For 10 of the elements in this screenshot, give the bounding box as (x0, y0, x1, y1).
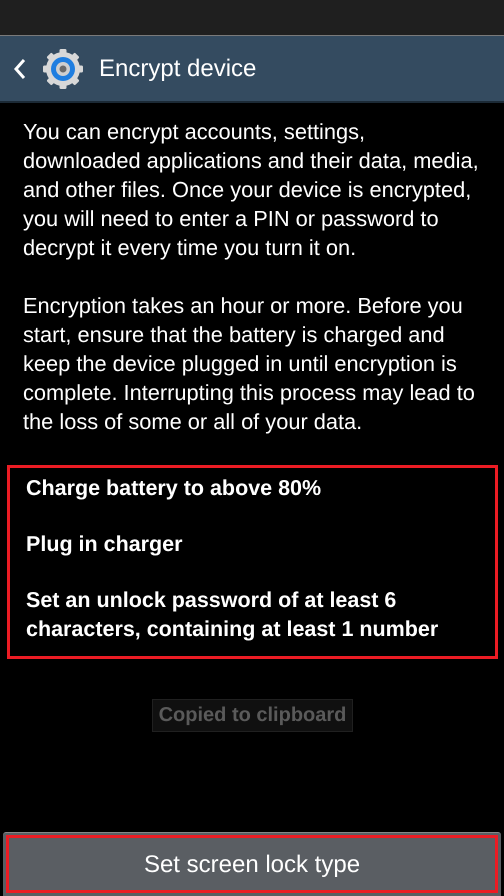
screen-title: Encrypt device (99, 54, 256, 82)
gear-icon (41, 46, 85, 90)
toast-message: Copied to clipboard (152, 699, 354, 732)
requirement-text: Set an unlock password of at least 6 characters, containing at least 1 number (26, 587, 440, 643)
back-icon[interactable] (13, 58, 27, 80)
description-text: You can encrypt accounts, settings, downloaded applications and their data, media, and other files. Once your device is encrypted, you will need to enter a PIN or password to decrypt it every time you turn it on. (23, 118, 480, 262)
description-text: Encryption takes an hour or more. Before you start, ensure that the battery is charged and keep the device plugged in until encryption is complete. Interrupting this process may lead to the loss of some or all of your data. (23, 292, 476, 436)
set-lock-button[interactable]: Set screen lock type (3, 832, 501, 896)
requirement-text: Charge battery to above 80% (26, 475, 322, 502)
requirement-text: Plug in charger (26, 531, 184, 558)
